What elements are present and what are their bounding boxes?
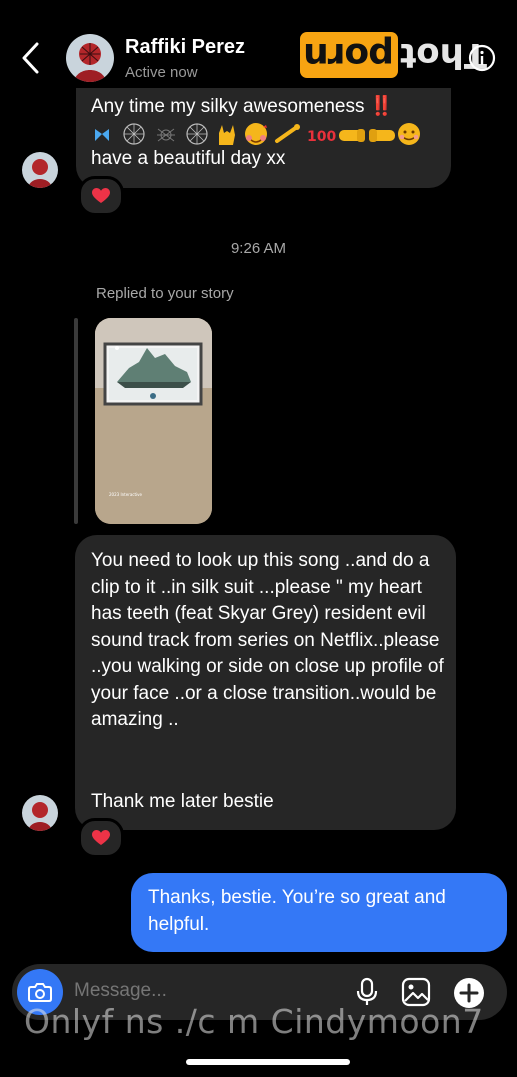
reply-indicator-bar (74, 318, 78, 524)
svg-text:2023 Interactive: 2023 Interactive (109, 492, 143, 497)
home-indicator[interactable] (186, 1059, 350, 1065)
message-input[interactable] (74, 980, 334, 1002)
sender-avatar[interactable] (22, 795, 58, 831)
story-reply-label: Replied to your story (96, 285, 234, 302)
message-text: You need to look up this song ..and do a… (91, 550, 444, 730)
message-text: Any time my silky awesomeness ‼️ (91, 96, 394, 117)
message-text: Thank me later bestie (91, 791, 274, 812)
contact-name[interactable]: Raffiki Perez (125, 36, 245, 59)
sender-avatar[interactable] (22, 152, 58, 188)
emoji-row: 100 (91, 121, 431, 147)
active-status: Active now (125, 64, 198, 81)
message-text: have a beautiful day xx (91, 148, 286, 169)
watermark-footer-text: Onlyf ns ./c m Cindymoon7 (24, 1002, 484, 1041)
svg-text:100: 100 (307, 129, 336, 145)
watermark-badge: porn (300, 32, 398, 78)
back-chevron-icon[interactable] (18, 38, 46, 78)
story-thumbnail[interactable]: 2023 Interactive (95, 318, 212, 524)
info-icon[interactable] (468, 44, 496, 72)
message-text: Thanks, bestie. You’re so great and help… (148, 887, 446, 935)
heart-reaction-icon[interactable] (78, 176, 124, 216)
timestamp: 9:26 AM (230, 240, 287, 257)
heart-reaction-icon[interactable] (78, 818, 124, 858)
contact-avatar[interactable] (66, 34, 114, 82)
